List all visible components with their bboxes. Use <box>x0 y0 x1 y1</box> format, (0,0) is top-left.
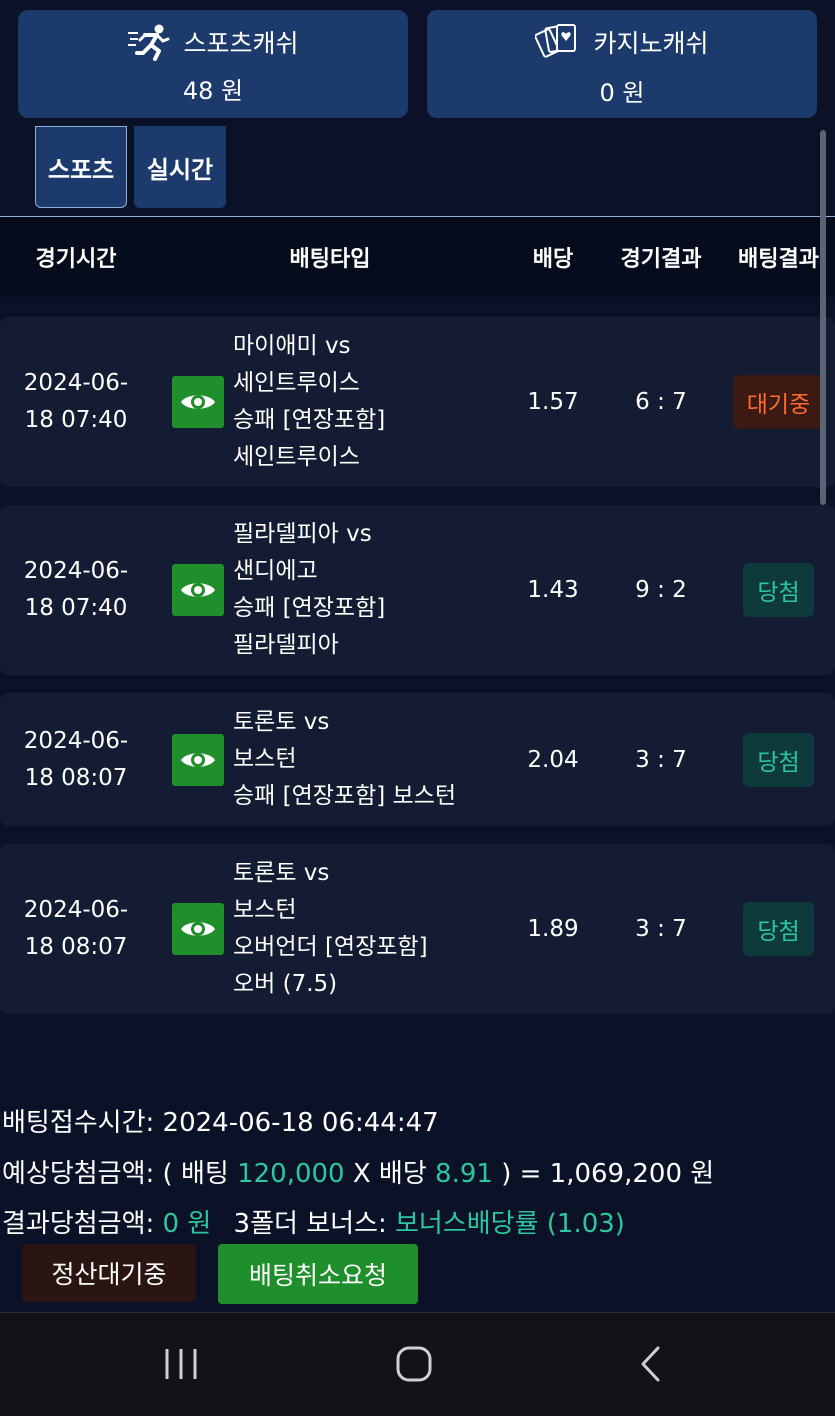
odds-value: 1.89 <box>527 916 579 942</box>
system-nav-bar <box>0 1312 835 1416</box>
bet-type-line: 샌디에고 <box>233 558 318 584</box>
bet-type: 마이애미 vs 세인트루이스 승패 [연장포함] 세인트루이스 <box>233 317 518 487</box>
match-clock: 18 08:07 <box>24 764 128 791</box>
sports-cash-amount: 48 원 <box>182 76 244 105</box>
header-bet-type: 배팅타입 <box>289 247 371 272</box>
bet-type-line: 토론토 vs <box>233 709 330 735</box>
match-score: 6 : 7 <box>635 389 687 415</box>
table-row: 2024-06- 18 07:40 마이애미 vs 세인트루이스 승패 [연장포함… <box>0 317 835 487</box>
accept-time-label: 배팅접수시간: <box>2 1108 155 1138</box>
total-odds: 8.91 <box>435 1159 493 1189</box>
sports-cash-card[interactable]: 스포츠캐쉬 48 원 <box>18 10 408 118</box>
match-score: 3 : 7 <box>635 746 687 773</box>
scrollbar[interactable] <box>820 130 826 505</box>
cancel-bet-request-button[interactable]: 배팅취소요청 <box>218 1244 418 1304</box>
bet-type-line: 세인트루이스 <box>233 444 360 470</box>
odds-label: X 배당 <box>352 1159 427 1189</box>
bet-type-line: 승패 [연장포함] 보스턴 <box>233 783 457 809</box>
bet-type-line: 승패 [연장포함] <box>233 407 386 433</box>
bonus-label: 3폴더 보너스: <box>233 1209 387 1239</box>
table-row: 2024-06- 18 08:07 토론토 vs 보스턴 오버언더 [연장포함] … <box>0 844 835 1014</box>
header-match-result: 경기결과 <box>620 247 702 272</box>
casino-cash-title: 카지노캐쉬 <box>535 21 709 63</box>
match-time: 2024-06- 18 08:07 <box>0 693 152 826</box>
tab-sports[interactable]: 스포츠 <box>35 126 127 208</box>
bet-type-line: 승패 [연장포함] <box>233 595 386 621</box>
header-odds: 배당 <box>532 247 574 272</box>
bet-type-line: 마이애미 vs <box>233 333 351 359</box>
match-time: 2024-06- 18 07:40 <box>0 317 152 487</box>
odds-value: 2.04 <box>527 746 579 773</box>
bet-type-line: 보스턴 <box>233 897 297 923</box>
bet-type-line: 필라델피아 <box>233 632 339 658</box>
match-date: 2024-06- <box>23 897 129 923</box>
sports-cash-label: 스포츠캐쉬 <box>183 28 299 58</box>
match-score: 9 : 2 <box>635 577 687 603</box>
accept-time-value: 2024-06-18 06:44:47 <box>162 1108 439 1138</box>
eye-icon <box>181 922 215 936</box>
match-score: 3 : 7 <box>635 916 687 942</box>
eye-icon <box>181 395 215 409</box>
bet-type: 필라델피아 vs 샌디에고 승패 [연장포함] 필라델피아 <box>233 505 518 675</box>
match-clock: 18 08:07 <box>24 934 128 960</box>
eye-icon <box>181 752 215 767</box>
header-bet-result: 배팅결과 <box>738 247 819 272</box>
bet-type-line: 오버언더 [연장포함] <box>233 934 428 960</box>
view-detail-button[interactable] <box>172 564 224 616</box>
result-win-label: 결과당첨금액: <box>2 1209 155 1239</box>
recent-apps-icon[interactable] <box>151 1341 211 1387</box>
bonus-value: 보너스배당률 (1.03) <box>394 1209 625 1239</box>
bet-type-line: 세인트루이스 <box>233 370 360 396</box>
expected-win-amount: ) = 1,069,200 원 <box>501 1159 715 1189</box>
bet-amount: 120,000 <box>237 1159 345 1189</box>
bet-type: 토론토 vs 보스턴 오버언더 [연장포함] 오버 (7.5) <box>233 844 518 1014</box>
tab-live[interactable]: 실시간 <box>134 126 226 208</box>
bet-type-line: 오버 (7.5) <box>233 971 338 997</box>
bet-type-line: 필라델피아 vs <box>233 521 372 547</box>
casino-cash-label: 카지노캐쉬 <box>593 28 709 58</box>
result-win-line: 결과당첨금액: 0 원 3폴더 보너스: 보너스배당률 (1.03) <box>2 1203 625 1240</box>
view-detail-button[interactable] <box>172 376 224 428</box>
bet-history-page: 스포츠캐쉬 48 원 카지노캐쉬 0 원 스포츠 실시간 경기시간 배팅타입 배… <box>0 0 835 1416</box>
result-win-amount: 0 원 <box>162 1209 212 1239</box>
table-row: 2024-06- 18 08:07 토론토 vs 보스턴 승패 [연장포함] 보스… <box>0 693 835 826</box>
back-icon[interactable] <box>620 1341 680 1387</box>
status-badge: 당첨 <box>743 732 814 787</box>
view-detail-button[interactable] <box>172 903 224 955</box>
home-icon[interactable] <box>384 1341 444 1387</box>
status-badge: 대기중 <box>732 375 825 429</box>
match-time: 2024-06- 18 08:07 <box>0 844 152 1014</box>
bet-type-line: 토론토 vs <box>233 860 330 886</box>
odds-value: 1.57 <box>527 389 579 415</box>
eye-icon <box>181 583 215 597</box>
match-date: 2024-06- <box>23 558 129 584</box>
odds-value: 1.43 <box>527 577 579 603</box>
sports-cash-title: 스포츠캐쉬 <box>127 23 299 61</box>
match-clock: 18 07:40 <box>24 595 128 621</box>
casino-cash-amount: 0 원 <box>599 78 645 107</box>
table-row: 2024-06- 18 07:40 필라델피아 vs 샌디에고 승패 [연장포함]… <box>0 505 835 675</box>
expected-win-line: 예상당첨금액: ( 배팅 120,000 X 배당 8.91 ) = 1,069… <box>2 1153 714 1190</box>
match-time: 2024-06- 18 07:40 <box>0 505 152 675</box>
status-badge: 당첨 <box>743 563 814 617</box>
playing-cards-icon <box>535 21 581 63</box>
expected-win-label: 예상당첨금액: ( 배팅 <box>2 1159 229 1189</box>
status-badge: 당첨 <box>743 902 814 956</box>
casino-cash-card[interactable]: 카지노캐쉬 0 원 <box>427 10 817 118</box>
bet-type: 토론토 vs 보스턴 승패 [연장포함] 보스턴 <box>233 693 518 826</box>
view-detail-button[interactable] <box>172 733 224 786</box>
runner-icon <box>127 23 171 61</box>
table-header: 경기시간 배팅타입 배당 경기결과 배팅결과 <box>0 217 835 297</box>
settlement-pending-button[interactable]: 정산대기중 <box>22 1244 196 1302</box>
bet-type-line: 보스턴 <box>233 746 297 772</box>
match-date: 2024-06- <box>23 370 129 396</box>
match-clock: 18 07:40 <box>24 407 128 433</box>
header-match-time: 경기시간 <box>35 247 117 272</box>
match-date: 2024-06- <box>23 727 129 754</box>
accept-time-line: 배팅접수시간: 2024-06-18 06:44:47 <box>2 1102 439 1139</box>
